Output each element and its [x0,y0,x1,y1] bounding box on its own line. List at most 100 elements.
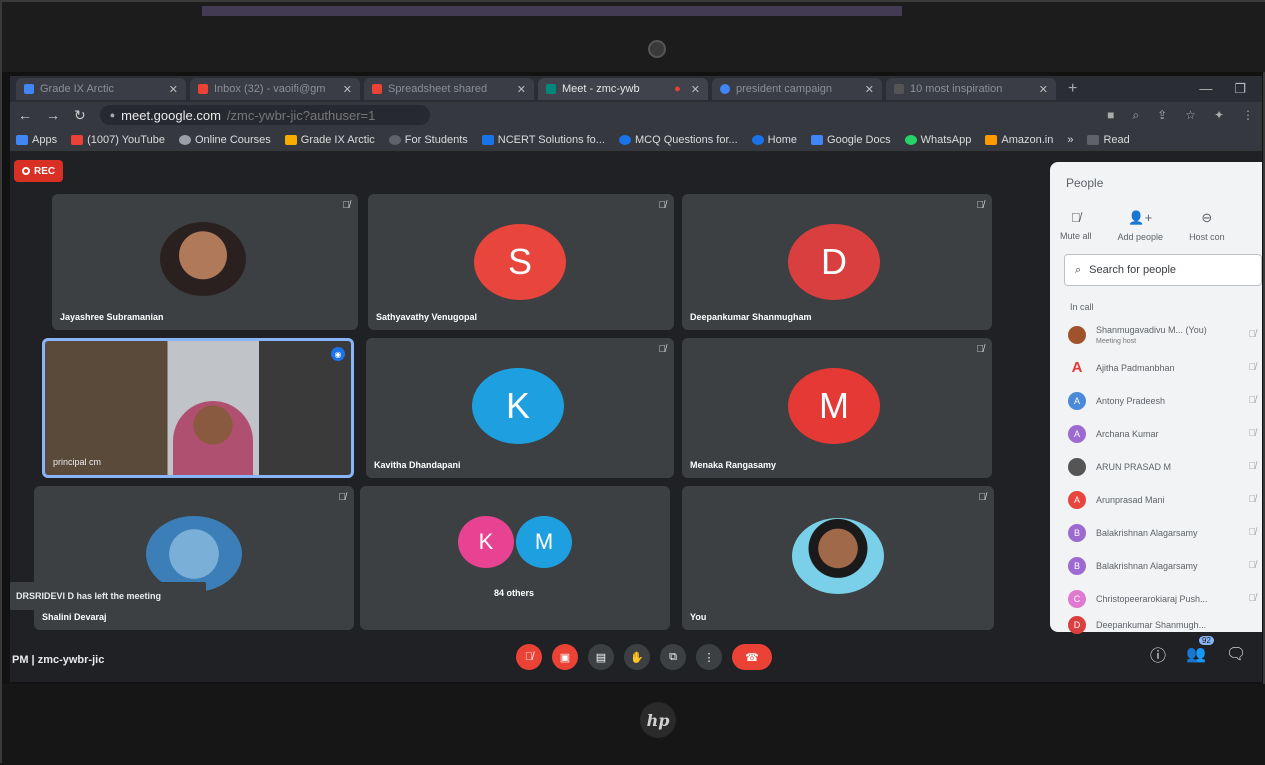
participant-list-name: Arunprasad Mani [1096,494,1165,505]
present-button[interactable]: ⧉ [660,644,686,670]
mic-toggle-button[interactable]: 🎙̸ [516,644,542,670]
raise-hand-button[interactable]: ✋ [624,644,650,670]
participant-list-name: Christopeerarokiaraj Push... [1096,593,1208,604]
tab-close-icon[interactable]: ✕ [517,83,526,96]
bookmark-grade-ix[interactable]: Grade IX Arctic [284,134,375,146]
avatar: C [1068,589,1086,608]
in-call-heading: In call [1070,302,1094,312]
bookmark-for-students[interactable]: For Students [388,133,468,146]
tab-meet[interactable]: Meet - zmc-ywb ● ✕ [538,78,708,100]
participant-row[interactable]: A Arunprasad Mani 🎙̸ [1068,483,1262,516]
tab-inbox[interactable]: Inbox (32) - vaoifi@gm ✕ [190,78,360,100]
participant-list-name: Antony Pradeesh [1096,395,1166,406]
tab-spreadsheet[interactable]: Spreadsheet shared ✕ [364,78,534,100]
info-icon[interactable]: ⓘ [1150,642,1166,666]
participant-tile[interactable]: D 🎙̸ Deepankumar Shanmugham [682,194,992,330]
bookmark-mcq[interactable]: MCQ Questions for... [618,133,738,146]
meet-bottom-bar: PM | zmc-ywbr-jic 🎙̸ ▣ ▤ ✋ ⧉ ⋮ ☎ [10,640,1050,682]
participant-row[interactable]: A Antony Pradeesh 🎙̸ [1068,384,1262,417]
bookmark-apps[interactable]: Apps [16,134,57,146]
new-tab-button[interactable]: + [1060,80,1085,98]
menu-icon[interactable]: ⋮ [1242,108,1254,123]
maximize-icon[interactable]: ❐ [1234,81,1246,97]
participant-tile[interactable]: M 🎙̸ Menaka Rangasamy [682,338,992,478]
url-path: /zmc-ywbr-jic?authuser=1 [226,107,376,123]
bookmark-label: MCQ Questions for... [634,133,738,146]
participant-tile[interactable]: K 🎙̸ Kavitha Dhandapani [366,338,674,478]
tab-label: Spreadsheet shared [388,83,488,95]
camera-icon[interactable]: ■ [1107,108,1114,123]
mic-off-icon: 🎙̸ [1248,428,1257,439]
tab-close-icon[interactable]: ✕ [865,83,874,96]
tab-favicon-icon [24,84,34,94]
participant-row[interactable]: C Christopeerarokiaraj Push... 🎙̸ [1068,582,1262,615]
tab-close-icon[interactable]: ✕ [1039,83,1048,96]
participant-tile[interactable]: 🎙̸ Jayashree Subramanian [52,194,358,330]
host-controls-button[interactable]: ⊖ Host con [1189,210,1225,242]
participant-name: Jayashree Subramanian [60,312,164,322]
bookmark-star-icon[interactable]: ☆ [1185,108,1196,123]
bookmark-reading-list[interactable]: Read [1087,134,1130,146]
speaking-indicator-icon: ◉ [331,347,345,361]
reading-list-icon [1087,134,1100,145]
end-call-button[interactable]: ☎ [732,644,772,670]
camera-toggle-button[interactable]: ▣ [552,644,578,670]
tab-google-search[interactable]: president campaign ✕ [712,78,882,100]
tab-close-icon[interactable]: ✕ [169,83,178,96]
mute-all-button[interactable]: 🎙̸ Mute all [1060,210,1092,242]
bookmark-online-courses[interactable]: Online Courses [178,134,271,146]
bookmark-google-docs[interactable]: Google Docs [811,134,891,146]
more-options-button[interactable]: ⋮ [696,644,722,670]
others-count: 84 others [494,588,535,598]
minimize-icon[interactable]: — [1199,81,1212,97]
reload-icon[interactable]: ↻ [74,107,86,124]
laptop-screen-photo: Grade IX Arctic ✕ Inbox (32) - vaoifi@gm ✕… [0,0,1265,765]
self-tile[interactable]: 🎙̸ You [682,486,994,630]
participant-row[interactable]: A Ajitha Padmanbhan 🎙̸ [1068,351,1262,384]
people-search-input[interactable]: ⌕ Search for people [1064,254,1262,286]
captions-button[interactable]: ▤ [588,644,614,670]
add-people-button[interactable]: 👤+ Add people [1118,210,1164,242]
bookmark-amazon[interactable]: Amazon.in [985,134,1053,146]
participant-row[interactable]: Shanmugavadivu M... (You) Meeting host 🎙̸ [1068,318,1262,351]
participant-row[interactable]: D Deepankumar Shanmugh... [1068,615,1262,635]
share-icon[interactable]: ⇪ [1157,108,1167,123]
bookmarks-overflow-button[interactable]: » [1067,134,1073,146]
zoom-icon[interactable]: ⌕ [1132,108,1139,123]
extensions-icon[interactable]: ✦ [1214,108,1224,123]
avatar [1068,457,1086,476]
forward-icon[interactable]: → [46,107,60,123]
hp-logo: hp [640,702,676,738]
apps-grid-icon [16,134,28,145]
tab-close-icon[interactable]: ✕ [343,83,352,96]
bookmark-whatsapp[interactable]: WhatsApp [904,134,971,146]
participant-row[interactable]: B Balakrishnan Alagarsamy 🎙̸ [1068,549,1262,582]
participant-tile[interactable]: S 🎙̸ Sathyavathy Venugopal [368,194,674,330]
participant-row[interactable]: ARUN PRASAD M 🎙̸ [1068,450,1262,483]
bookmark-home[interactable]: Home [751,134,797,146]
bookmark-label: For Students [404,133,468,146]
bookmark-youtube[interactable]: (1007) YouTube [71,134,165,146]
participant-row[interactable]: B Balakrishnan Alagarsamy 🎙̸ [1068,516,1262,549]
participant-row[interactable]: A Archana Kumar 🎙̸ [1068,417,1262,450]
globe-icon [178,134,191,145]
action-label: Mute all [1060,231,1092,241]
participant-avatar: M [516,516,572,568]
tab-close-icon[interactable]: ● [674,83,681,95]
bookmark-label: Amazon.in [1001,133,1054,146]
chat-icon[interactable]: 🗨 [1226,644,1246,664]
bookmark-ncert[interactable]: NCERT Solutions fo... [481,134,605,146]
tab-inspiration[interactable]: 10 most inspiration ✕ [886,78,1056,100]
gmail-icon [372,84,382,94]
mic-off-icon: 🎙̸ [1248,494,1257,505]
url-field[interactable]: ● meet.google.com /zmc-ywbr-jic?authuser… [99,105,430,125]
others-tile[interactable]: K M 84 others [360,486,670,630]
tab-close-icon[interactable]: ✕ [691,83,700,96]
tab-grade-ix[interactable]: Grade IX Arctic ✕ [16,78,186,100]
window-controls: — ❐ [1199,81,1262,97]
participant-tile-speaking[interactable]: ◉ principal cm [42,338,354,478]
back-icon[interactable]: ← [18,107,32,123]
people-button[interactable]: 👥 92 [1186,636,1214,664]
avatar: D [1068,616,1086,634]
mic-off-icon: 🎙̸ [658,200,667,211]
